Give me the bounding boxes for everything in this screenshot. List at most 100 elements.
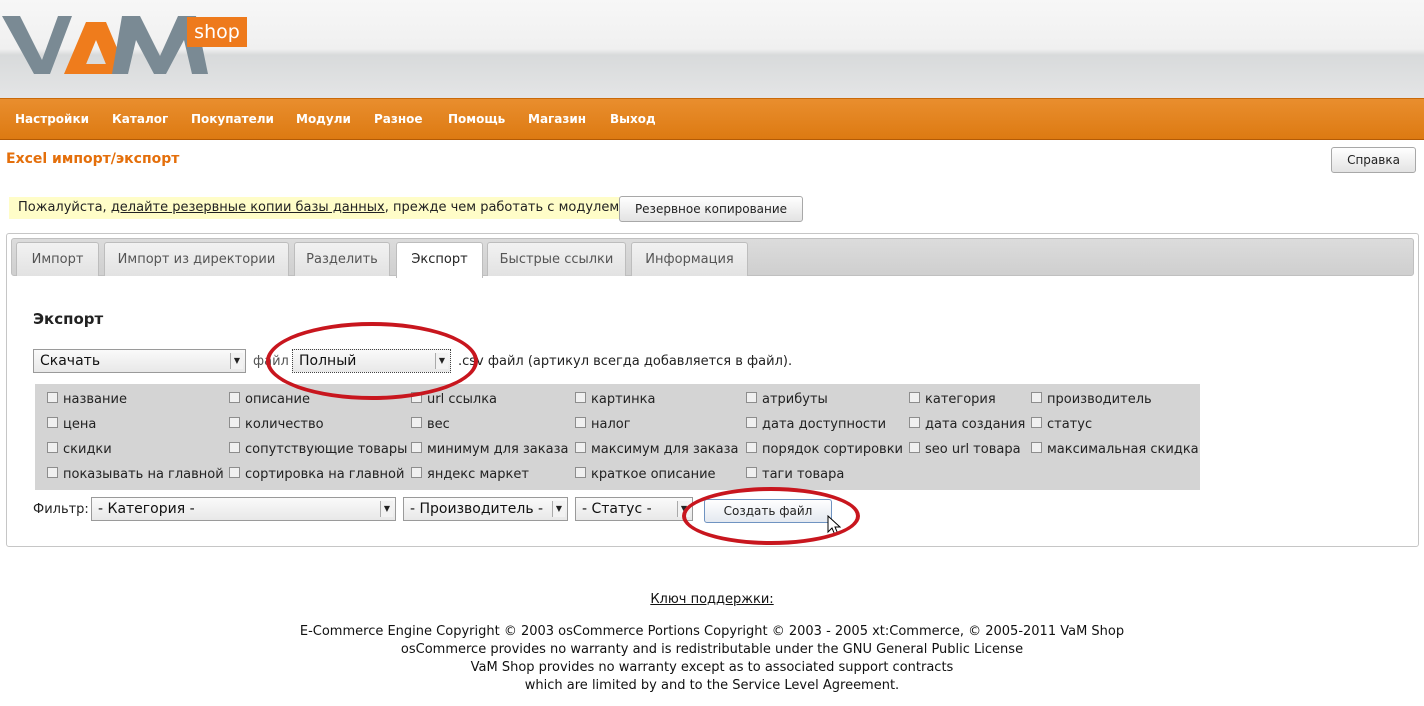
- field-checkbox[interactable]: цена: [47, 417, 96, 432]
- export-mode-select[interactable]: Полный ▼: [292, 349, 451, 373]
- filter-category-value: - Категория -: [98, 501, 195, 517]
- export-action-select[interactable]: Скачать ▼: [33, 349, 246, 373]
- tab-info[interactable]: Информация: [631, 242, 748, 276]
- filter-manufacturer-value: - Производитель -: [410, 501, 544, 517]
- chevron-down-icon: ▼: [435, 353, 448, 369]
- field-checkbox[interactable]: описание: [229, 392, 310, 407]
- checkbox-box[interactable]: [909, 442, 920, 453]
- field-checkbox[interactable]: категория: [909, 392, 996, 407]
- filter-status-value: - Статус -: [582, 501, 652, 517]
- field-checkbox[interactable]: сортировка на главной: [229, 467, 404, 482]
- checkbox-box[interactable]: [746, 392, 757, 403]
- checkbox-box[interactable]: [1031, 417, 1042, 428]
- field-checkbox[interactable]: вес: [411, 417, 450, 432]
- field-checkbox[interactable]: картинка: [575, 392, 655, 407]
- field-checkbox[interactable]: seo url товара: [909, 442, 1021, 457]
- checkbox-box[interactable]: [411, 467, 422, 478]
- export-action-value: Скачать: [40, 353, 101, 369]
- checkbox-box[interactable]: [411, 442, 422, 453]
- nav-item-shop[interactable]: Магазин: [528, 99, 586, 139]
- warning-suffix: , прежде чем работать с модулем!: [384, 200, 625, 215]
- chevron-down-icon: ▼: [552, 501, 565, 517]
- checkbox-box[interactable]: [47, 442, 58, 453]
- mode-suffix: .csv файл (артикул всегда добавляется в …: [458, 354, 793, 369]
- checkbox-box[interactable]: [746, 442, 757, 453]
- field-checkbox[interactable]: сопутствующие товары: [229, 442, 407, 457]
- header: shop: [0, 0, 1424, 98]
- checkbox-box[interactable]: [47, 392, 58, 403]
- backup-warning: Пожалуйста, делайте резервные копии базы…: [9, 197, 634, 219]
- checkbox-box[interactable]: [575, 467, 586, 478]
- field-checkbox[interactable]: порядок сортировки: [746, 442, 903, 457]
- checkbox-box[interactable]: [47, 467, 58, 478]
- filter-category-select[interactable]: - Категория - ▼: [91, 497, 396, 521]
- field-checkbox[interactable]: название: [47, 392, 127, 407]
- field-checkbox[interactable]: максимум для заказа: [575, 442, 739, 457]
- backup-link[interactable]: делайте резервные копии базы данных: [111, 200, 385, 215]
- field-checkbox[interactable]: скидки: [47, 442, 112, 457]
- field-checkbox[interactable]: налог: [575, 417, 631, 432]
- tab-import-directory[interactable]: Импорт из директории: [104, 242, 289, 276]
- field-checkbox[interactable]: атрибуты: [746, 392, 828, 407]
- footer-copyright: E-Commerce Engine Copyright © 2003 osCom…: [299, 624, 1125, 639]
- support-key-link[interactable]: Ключ поддержки:: [650, 592, 773, 607]
- field-checkbox[interactable]: яндекс маркет: [411, 467, 529, 482]
- file-word: файл: [253, 354, 289, 369]
- field-checkbox[interactable]: краткое описание: [575, 467, 716, 482]
- nav-item-misc[interactable]: Разное: [374, 99, 423, 139]
- logo-shop-badge: shop: [187, 17, 247, 47]
- checkbox-box[interactable]: [575, 392, 586, 403]
- field-checkbox[interactable]: производитель: [1031, 392, 1152, 407]
- filter-status-select[interactable]: - Статус - ▼: [575, 497, 693, 521]
- checkbox-box[interactable]: [229, 467, 240, 478]
- tab-import[interactable]: Импорт: [16, 242, 99, 276]
- checkbox-box[interactable]: [746, 467, 757, 478]
- nav-item-catalog[interactable]: Каталог: [112, 99, 168, 139]
- nav-item-modules[interactable]: Модули: [296, 99, 351, 139]
- create-file-button[interactable]: Создать файл: [704, 499, 832, 523]
- footer-warranty: VaM Shop provides no warranty except as …: [470, 660, 954, 675]
- nav-item-help[interactable]: Помощь: [448, 99, 505, 139]
- field-checkbox[interactable]: дата доступности: [746, 417, 886, 432]
- nav-item-customers[interactable]: Покупатели: [191, 99, 274, 139]
- checkbox-box[interactable]: [909, 417, 920, 428]
- checkbox-box[interactable]: [1031, 442, 1042, 453]
- field-checkbox[interactable]: количество: [229, 417, 324, 432]
- chevron-down-icon: ▼: [230, 353, 243, 369]
- page-title: Excel импорт/экспорт: [6, 151, 180, 167]
- chevron-down-icon: ▼: [380, 501, 393, 517]
- checkbox-box[interactable]: [229, 417, 240, 428]
- tab-split[interactable]: Разделить: [294, 242, 390, 276]
- export-panel: Импорт Импорт из директории Разделить Эк…: [6, 233, 1419, 547]
- field-checkbox[interactable]: максимальная скидка: [1031, 442, 1199, 457]
- field-checkbox[interactable]: показывать на главной: [47, 467, 224, 482]
- checkbox-box[interactable]: [229, 442, 240, 453]
- checkbox-box[interactable]: [229, 392, 240, 403]
- field-checkbox[interactable]: статус: [1031, 417, 1092, 432]
- checkbox-box[interactable]: [411, 392, 422, 403]
- backup-button[interactable]: Резервное копирование: [619, 196, 803, 222]
- checkbox-box[interactable]: [1031, 392, 1042, 403]
- filter-manufacturer-select[interactable]: - Производитель - ▼: [403, 497, 568, 521]
- checkbox-box[interactable]: [47, 417, 58, 428]
- warning-prefix: Пожалуйста,: [18, 200, 111, 215]
- checkbox-box[interactable]: [575, 442, 586, 453]
- filter-label: Фильтр:: [33, 502, 89, 517]
- help-button[interactable]: Справка: [1331, 147, 1416, 173]
- export-section-title: Экспорт: [33, 310, 104, 328]
- checkbox-box[interactable]: [746, 417, 757, 428]
- field-checkbox[interactable]: минимум для заказа: [411, 442, 568, 457]
- footer-license: osCommerce provides no warranty and is r…: [400, 642, 1024, 657]
- checkbox-box[interactable]: [575, 417, 586, 428]
- field-checkbox[interactable]: дата создания: [909, 417, 1025, 432]
- nav-item-settings[interactable]: Настройки: [15, 99, 89, 139]
- field-checkbox[interactable]: таги товара: [746, 467, 844, 482]
- checkbox-box[interactable]: [909, 392, 920, 403]
- checkbox-box[interactable]: [411, 417, 422, 428]
- tab-quick-links[interactable]: Быстрые ссылки: [487, 242, 626, 276]
- tab-bar: Импорт Импорт из директории Разделить Эк…: [11, 238, 1414, 278]
- nav-item-logout[interactable]: Выход: [610, 99, 656, 139]
- support-key-line: Ключ поддержки:: [0, 592, 1424, 607]
- tab-export[interactable]: Экспорт: [396, 242, 483, 278]
- field-checkbox[interactable]: url ссылка: [411, 392, 497, 407]
